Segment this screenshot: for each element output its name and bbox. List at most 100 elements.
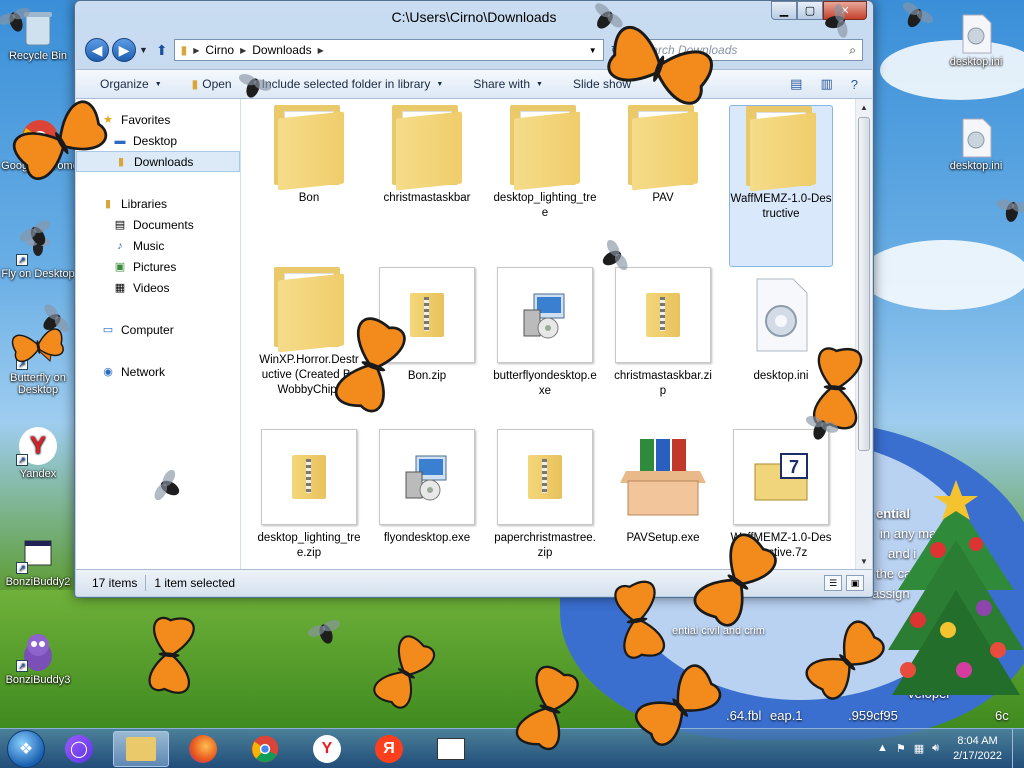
maximize-button[interactable]: ▢ [797, 1, 823, 20]
chevron-right-icon[interactable]: ▶ [193, 46, 199, 55]
file-item-bon[interactable]: Bon [257, 105, 361, 267]
breadcrumb-downloads[interactable]: Downloads [252, 43, 311, 57]
nav-documents[interactable]: ▤ Documents [76, 214, 240, 235]
status-view-buttons: ☰ ▣ [820, 575, 864, 591]
desktop-icon-recycle-bin[interactable]: Recycle Bin [0, 8, 78, 62]
desktop-icon-bonzibuddy2[interactable]: ↗ BonziBuddy2 [0, 534, 78, 588]
file-view[interactable]: Bon christmastaskbar desktop_lighting_tree… [241, 99, 872, 569]
navigation-pane[interactable]: ★ Favorites ▬ Desktop ▮ Downloads ▮ Librarie… [76, 99, 241, 569]
close-button[interactable]: ✕ [823, 1, 867, 20]
file-item-christmastaskbar[interactable]: christmastaskbar [375, 105, 479, 267]
folder-icon [392, 105, 462, 191]
network-status-icon[interactable]: ▦ [914, 742, 924, 755]
change-view-icon[interactable]: ▤ [790, 76, 802, 92]
scroll-down-icon[interactable]: ▼ [856, 553, 872, 569]
help-icon[interactable]: ? [851, 77, 858, 92]
taskbar-chrome[interactable] [237, 731, 293, 767]
scrollbar-thumb[interactable] [858, 117, 870, 451]
nav-desktop[interactable]: ▬ Desktop [76, 130, 240, 151]
computer-icon: ▭ [102, 324, 114, 336]
organize-button[interactable]: Organize ▼ [100, 77, 162, 91]
file-item-desktop-lighting-tree-zip[interactable]: desktop_lighting_tree.zip [257, 429, 361, 569]
recycle-bin-icon [18, 8, 58, 48]
address-bar[interactable]: ▮ ▶ Cirno ▶ Downloads ▶ ▼ [173, 39, 604, 61]
taskbar-explorer[interactable] [113, 730, 169, 767]
file-item-paperchristmastree-zip[interactable]: paperchristmastree.zip [493, 429, 597, 569]
file-item-pav[interactable]: PAV [611, 105, 715, 267]
recent-pages-dropdown[interactable]: ▼ [139, 45, 148, 55]
search-input[interactable]: Search Downloads ⌕ [629, 39, 863, 61]
yandex-browser-icon: Y [313, 734, 341, 763]
show-hidden-icons-icon[interactable]: ▲ [877, 742, 888, 755]
taskbar-yandex[interactable]: Я [361, 731, 417, 767]
file-item-desktop-ini[interactable]: desktop.ini [729, 267, 833, 429]
file-item-christmastaskbar-zip[interactable]: christmastaskbar.zip [611, 267, 715, 429]
desktop-icon-desktop-ini[interactable]: desktop.ini [936, 14, 1016, 68]
vertical-scrollbar[interactable]: ▲ ▼ [855, 99, 872, 569]
nav-videos[interactable]: ▦ Videos [76, 277, 240, 298]
title-bar[interactable]: C:\Users\Cirno\Downloads ▁ ▢ ✕ [75, 1, 873, 33]
chevron-right-icon[interactable]: ▶ [240, 46, 246, 55]
desktop-icon-desktop-ini[interactable]: desktop.ini [936, 118, 1016, 172]
wallpaper-text: eap.1 [770, 708, 803, 723]
file-name: butterflyondesktop.exe [493, 370, 597, 397]
chevron-right-icon[interactable]: ▶ [318, 46, 324, 55]
file-item-butterflyondesktop-exe[interactable]: butterflyondesktop.exe [493, 267, 597, 429]
file-item-waffmemz-1-0-destructive-7z[interactable]: 7 WaffMEMZ-1.0-Destructive.7z [729, 429, 833, 569]
clock-date: 2/17/2022 [953, 749, 1002, 762]
clock[interactable]: 8:04 AM 2/17/2022 [953, 734, 1002, 764]
file-item-flyondesktop-exe[interactable]: flyondesktop.exe [375, 429, 479, 569]
search-icon[interactable]: ⌕ [849, 43, 856, 58]
alice-icon: ◯ [65, 734, 93, 763]
scroll-up-icon[interactable]: ▲ [856, 99, 872, 115]
desktop-icon-bonzibuddy3[interactable]: ↗ BonziBuddy3 [0, 632, 78, 686]
file-item-desktop-lighting-tree[interactable]: desktop_lighting_tree [493, 105, 597, 267]
desktop-icon-yandex[interactable]: Y ↗ Yandex [0, 426, 78, 480]
taskbar-yandex-browser[interactable]: Y [299, 731, 355, 767]
volume-icon[interactable]: 🔊︎ [932, 742, 939, 755]
taskbar-firefox[interactable] [175, 731, 231, 767]
address-dropdown[interactable]: ▼ [589, 46, 597, 55]
nav-music[interactable]: ♪ Music [76, 235, 240, 256]
show-desktop-button[interactable] [1012, 728, 1024, 768]
refresh-icon[interactable]: ↻ [606, 39, 626, 61]
open-button[interactable]: ▮ Open [192, 77, 232, 91]
desktop-icon-butterfly[interactable]: ↗ Butterfly on Desktop [0, 330, 78, 396]
setup-box-icon [620, 439, 706, 516]
minimize-button[interactable]: ▁ [771, 1, 797, 20]
file-item-winxp-horror-destructive-created-by-wobbychip[interactable]: WinXP.Horror.Destructive (Created By Wob… [257, 267, 361, 429]
ini-thumbnail [733, 267, 829, 363]
zip-thumbnail [261, 429, 357, 525]
back-button[interactable]: ◀ [85, 38, 109, 62]
status-bar: 17 items 1 item selected ☰ ▣ [76, 569, 872, 596]
taskbar-alice[interactable]: ◯ [51, 731, 107, 767]
desktop-icon-fly[interactable]: ↗ Fly on Desktop [0, 226, 78, 280]
file-item-pavsetup-exe[interactable]: PAVSetup.exe [611, 429, 715, 569]
preview-pane-icon[interactable]: ▥ [820, 76, 832, 92]
desktop-icon-chrome[interactable]: Google Chrome [0, 118, 80, 172]
start-button[interactable]: ❖ [7, 729, 45, 768]
nav-favorites[interactable]: ★ Favorites [76, 109, 240, 130]
include-in-library-button[interactable]: Include selected folder in library ▼ [262, 77, 444, 91]
nav-computer[interactable]: ▭ Computer [76, 319, 240, 340]
nav-network[interactable]: ◉ Network [76, 361, 240, 382]
caret-down-icon: ▼ [536, 80, 543, 88]
explorer-window[interactable]: C:\Users\Cirno\Downloads ▁ ▢ ✕ ◀ ▶ ▼ ⬆ ▮… [74, 0, 874, 598]
slide-show-button[interactable]: Slide show [573, 77, 631, 91]
nav-pictures[interactable]: ▣ Pictures [76, 256, 240, 277]
up-arrow-icon[interactable]: ⬆ [156, 42, 168, 59]
share-with-button[interactable]: Share with ▼ [473, 77, 543, 91]
forward-button[interactable]: ▶ [112, 38, 136, 62]
nav-libraries[interactable]: ▮ Libraries [76, 193, 240, 214]
chrome-icon [20, 118, 60, 158]
taskbar-window-app[interactable] [423, 731, 479, 767]
folder-open-icon: ▮ [191, 77, 199, 91]
file-item-bon-zip[interactable]: Bon.zip [375, 267, 479, 429]
flag-icon[interactable]: ⚑ [896, 742, 906, 755]
pictures-icon: ▣ [114, 261, 126, 273]
details-view-icon[interactable]: ☰ [824, 575, 842, 591]
large-icons-view-icon[interactable]: ▣ [846, 575, 864, 591]
nav-downloads[interactable]: ▮ Downloads [76, 151, 240, 172]
file-item-waffmemz-1-0-destructive[interactable]: WaffMEMZ-1.0-Destructive [729, 105, 833, 267]
breadcrumb-cirno[interactable]: Cirno [205, 43, 234, 57]
